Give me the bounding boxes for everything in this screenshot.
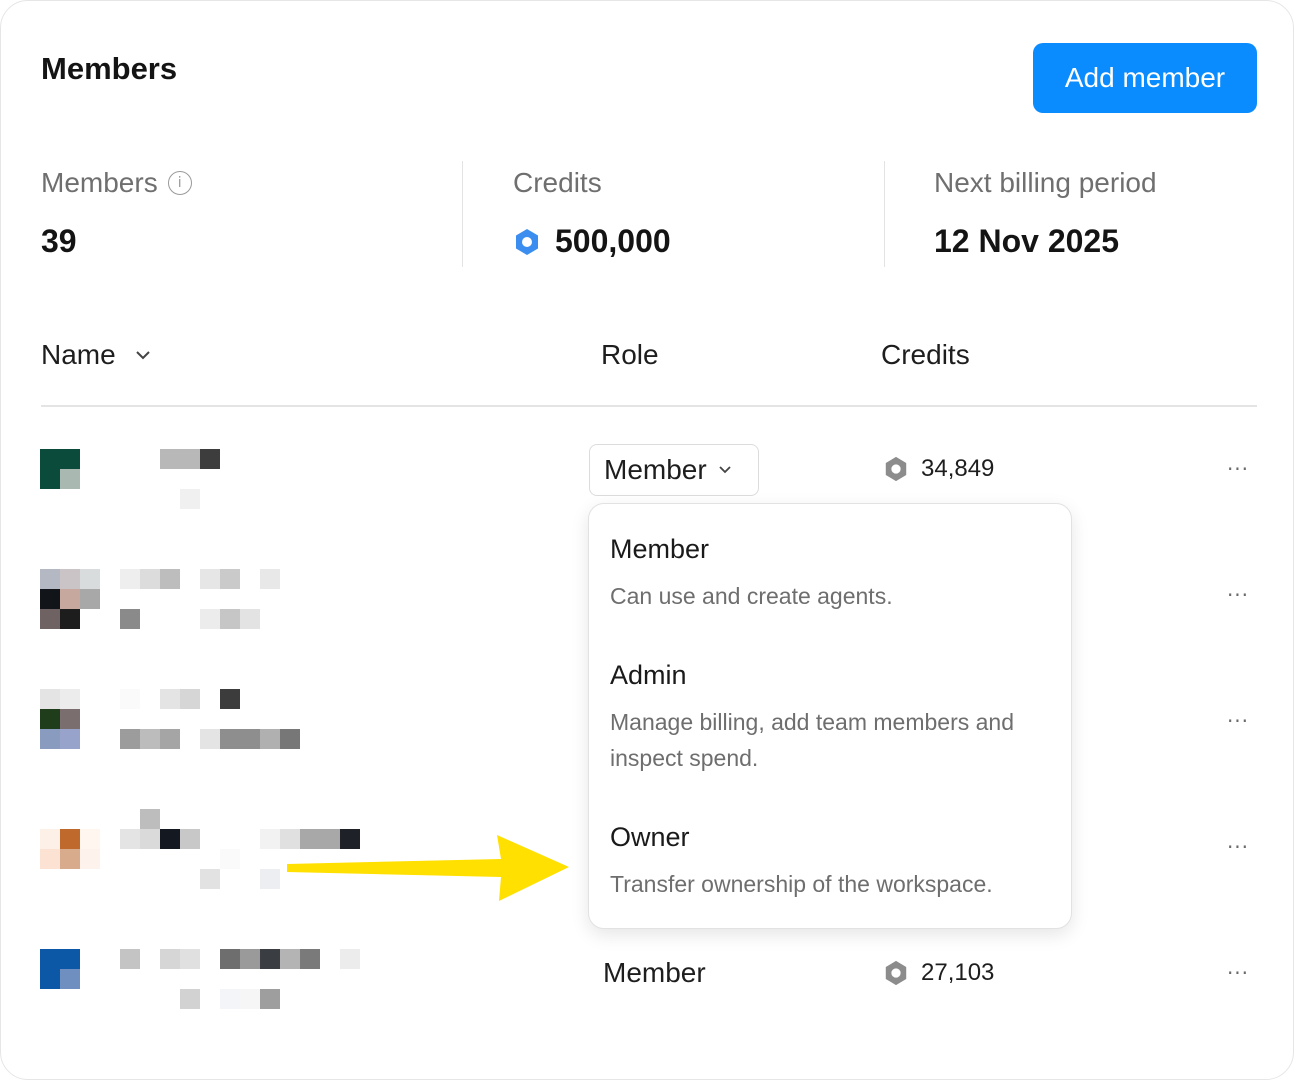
avatar <box>40 689 100 749</box>
members-count: 39 <box>41 223 77 259</box>
member-credits: 27,103 <box>883 959 994 987</box>
avatar <box>40 949 100 1009</box>
members-card: Members Add member Members i 39 Credits … <box>0 0 1294 1080</box>
chevron-down-icon <box>135 351 150 360</box>
redacted-name <box>120 949 380 1009</box>
name-column-header[interactable]: Name <box>41 339 152 371</box>
stat-divider <box>884 161 885 267</box>
chevron-down-icon <box>719 466 731 474</box>
credit-hex-icon <box>885 960 907 986</box>
role-select[interactable]: Member <box>589 444 759 496</box>
redacted-name <box>120 569 380 629</box>
avatar <box>40 829 100 889</box>
role-option-admin[interactable]: Admin Manage billing, add team members a… <box>589 630 1071 790</box>
page-title: Members <box>41 51 178 86</box>
add-member-button[interactable]: Add member <box>1033 43 1257 113</box>
credits-column-header: Credits <box>881 339 970 370</box>
stat-divider <box>462 161 463 267</box>
role-label: Member <box>603 957 706 988</box>
members-stat-label: Members i <box>41 167 192 199</box>
more-dots-icon[interactable]: ··· <box>1223 835 1253 859</box>
redacted-name <box>120 689 380 749</box>
credits-stat-label: Credits <box>513 167 602 198</box>
table-row: Member 27,103 ··· <box>1 911 1296 1037</box>
role-option-owner[interactable]: Owner Transfer ownership of the workspac… <box>589 792 1071 922</box>
credits-total: 500,000 <box>513 223 671 260</box>
avatar <box>40 449 100 509</box>
billing-date: 12 Nov 2025 <box>934 223 1120 259</box>
info-icon[interactable]: i <box>167 171 192 195</box>
credit-hex-icon <box>516 228 538 255</box>
redacted-name <box>120 449 380 509</box>
annotation-arrow <box>287 835 569 901</box>
member-credits: 34,849 <box>883 455 994 483</box>
more-dots-icon[interactable]: ··· <box>1223 583 1253 607</box>
billing-stat-label: Next billing period <box>934 167 1157 198</box>
credit-hex-icon <box>885 456 907 482</box>
more-dots-icon[interactable]: ··· <box>1223 457 1253 481</box>
role-dropdown-menu: Member Can use and create agents. Admin … <box>588 503 1072 929</box>
role-option-member[interactable]: Member Can use and create agents. <box>589 504 1071 630</box>
more-dots-icon[interactable]: ··· <box>1223 709 1253 733</box>
avatar <box>40 569 100 629</box>
role-column-header: Role <box>601 339 659 370</box>
more-dots-icon[interactable]: ··· <box>1223 961 1253 985</box>
